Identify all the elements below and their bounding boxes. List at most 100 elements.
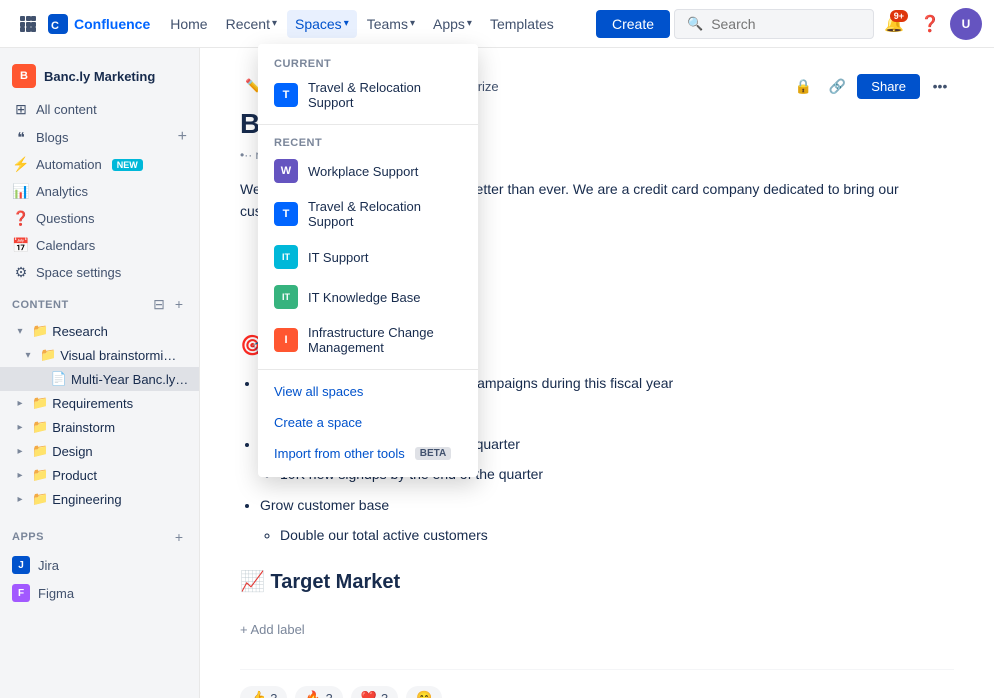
tree-item-engineering[interactable]: ▸ 📁 Engineering [0,487,199,511]
sidebar-all-content-label: All content [36,102,97,117]
tree-item-requirements[interactable]: ▸ 📁 Requirements [0,391,199,415]
figma-label: Figma [38,586,74,601]
notifications-button[interactable]: 🔔 9+ [878,8,910,40]
visual-brainstorming-toggle-icon[interactable]: ▾ [20,350,36,361]
apps-add-icon[interactable]: + [171,527,187,547]
sidebar-space[interactable]: B Banc.ly Marketing [0,56,199,96]
add-blog-icon[interactable]: + [178,128,187,146]
link-button[interactable]: 🔗 [823,72,851,100]
topnav-apps[interactable]: Apps ▾ [425,10,480,38]
questions-icon: ❓ [12,210,30,227]
view-all-spaces-link[interactable]: View all spaces [258,376,478,407]
multiyear-label: Multi-Year Banc.ly Stra... [71,372,191,387]
workplace-icon: W [274,159,298,183]
apps-section-header: APPS + [0,519,199,551]
dropdown-travel-relocation-2[interactable]: T Travel & Relocation Support [258,191,478,237]
dropdown-infrastructure[interactable]: I Infrastructure Change Management [258,317,478,363]
topnav-spaces[interactable]: Spaces ▾ [287,10,357,38]
design-toggle-icon[interactable]: ▸ [12,446,28,457]
sidebar-app-jira[interactable]: J Jira [0,551,199,579]
travel-relocation-2-label: Travel & Relocation Support [308,199,462,229]
search-input[interactable] [711,16,861,32]
visual-brainstorming-folder-icon: 📁 [40,347,56,363]
engineering-toggle-icon[interactable]: ▸ [12,494,28,505]
tree-item-design[interactable]: ▸ 📁 Design [0,439,199,463]
help-button[interactable]: ❓ [914,8,946,40]
product-folder-icon: 📁 [32,467,48,483]
blogs-icon: ❝ [12,129,30,146]
current-section-label: CURRENT [258,52,478,72]
research-toggle-icon[interactable]: ▾ [12,326,28,337]
space-icon: B [12,64,36,88]
apps-chevron-icon: ▾ [467,18,472,29]
tree-item-visual-brainstorming[interactable]: ▾ 📁 Visual brainstorming round [0,343,199,367]
brainstorm-toggle-icon[interactable]: ▸ [12,422,28,433]
topnav-teams[interactable]: Teams ▾ [359,10,423,38]
lock-button[interactable]: 🔒 [789,72,817,100]
app-name: Confluence [74,16,150,32]
topnav-templates[interactable]: Templates [482,10,562,38]
svg-text:C: C [51,20,59,32]
product-toggle-icon[interactable]: ▸ [12,470,28,481]
recent-section-label: RECENT [258,131,478,151]
dropdown-it-knowledge[interactable]: IT IT Knowledge Base [258,277,478,317]
sidebar-item-blogs[interactable]: ❝ Blogs + [0,123,199,151]
create-button[interactable]: Create [596,10,670,38]
grid-icon[interactable] [12,8,44,40]
sidebar-blogs-label: Blogs [36,130,69,145]
multiyear-doc-icon: 📄 [51,371,67,387]
sidebar-item-calendars[interactable]: 📅 Calendars [0,232,199,259]
import-link[interactable]: Import from other tools BETA [258,438,478,469]
space-settings-icon: ⚙ [12,264,30,281]
apps-section-label: APPS [12,531,44,543]
dropdown-workplace[interactable]: W Workplace Support [258,151,478,191]
jira-label: Jira [38,558,59,573]
space-name: Banc.ly Marketing [44,69,155,84]
sidebar-app-figma[interactable]: F Figma [0,579,199,607]
dropdown-divider-2 [258,369,478,370]
reactions-bar: 👍 3 🔥 3 ❤️ 3 😊 [240,669,954,698]
sidebar-item-automation[interactable]: ⚡ Automation NEW [0,151,199,178]
topnav-recent[interactable]: Recent ▾ [218,10,285,38]
automation-new-badge: NEW [112,159,143,171]
tree-item-research[interactable]: ▾ 📁 Research [0,319,199,343]
dropdown-it-support[interactable]: IT IT Support [258,237,478,277]
reaction-heart[interactable]: ❤️ 3 [351,686,398,698]
tree-item-brainstorm[interactable]: ▸ 📁 Brainstorm [0,415,199,439]
sidebar-item-analytics[interactable]: 📊 Analytics [0,178,199,205]
content-add-icon[interactable]: + [171,294,187,315]
create-space-label: Create a space [274,415,362,430]
content-section-label: CONTENT [12,299,69,311]
it-knowledge-label: IT Knowledge Base [308,290,421,305]
requirements-folder-icon: 📁 [32,395,48,411]
infrastructure-label: Infrastructure Change Management [308,325,462,355]
sidebar-calendars-label: Calendars [36,238,95,253]
create-space-link[interactable]: Create a space [258,407,478,438]
sidebar-item-questions[interactable]: ❓ Questions [0,205,199,232]
content-filter-icon[interactable]: ⊟ [149,294,169,315]
dropdown-travel-relocation[interactable]: T Travel & Relocation Support [258,72,478,118]
teams-chevron-icon: ▾ [410,18,415,29]
thumbsup-count: 3 [270,691,277,698]
reaction-thumbsup[interactable]: 👍 3 [240,686,287,698]
add-label-button[interactable]: + Add label [240,622,954,637]
sidebar-questions-label: Questions [36,211,95,226]
search-bar[interactable]: 🔍 [674,9,874,39]
sidebar-item-all-content[interactable]: ⊞ All content [0,96,199,123]
app-logo[interactable]: C Confluence [48,14,150,34]
import-beta-badge: BETA [415,447,451,460]
user-avatar[interactable]: U [950,8,982,40]
more-options-button[interactable]: ••• [926,72,954,100]
reaction-smile[interactable]: 😊 [406,686,442,698]
content-section-header: CONTENT ⊟ + [0,286,199,319]
search-icon: 🔍 [687,16,703,32]
heart-emoji: ❤️ [361,690,377,698]
main-layout: B Banc.ly Marketing ⊞ All content ❝ Blog… [0,48,994,698]
share-button[interactable]: Share [857,74,920,99]
requirements-toggle-icon[interactable]: ▸ [12,398,28,409]
tree-item-product[interactable]: ▸ 📁 Product [0,463,199,487]
tree-item-multiyear[interactable]: 📄 Multi-Year Banc.ly Stra... [0,367,199,391]
sidebar-item-space-settings[interactable]: ⚙ Space settings [0,259,199,286]
reaction-fire[interactable]: 🔥 3 [295,686,342,698]
topnav-home[interactable]: Home [162,10,215,38]
